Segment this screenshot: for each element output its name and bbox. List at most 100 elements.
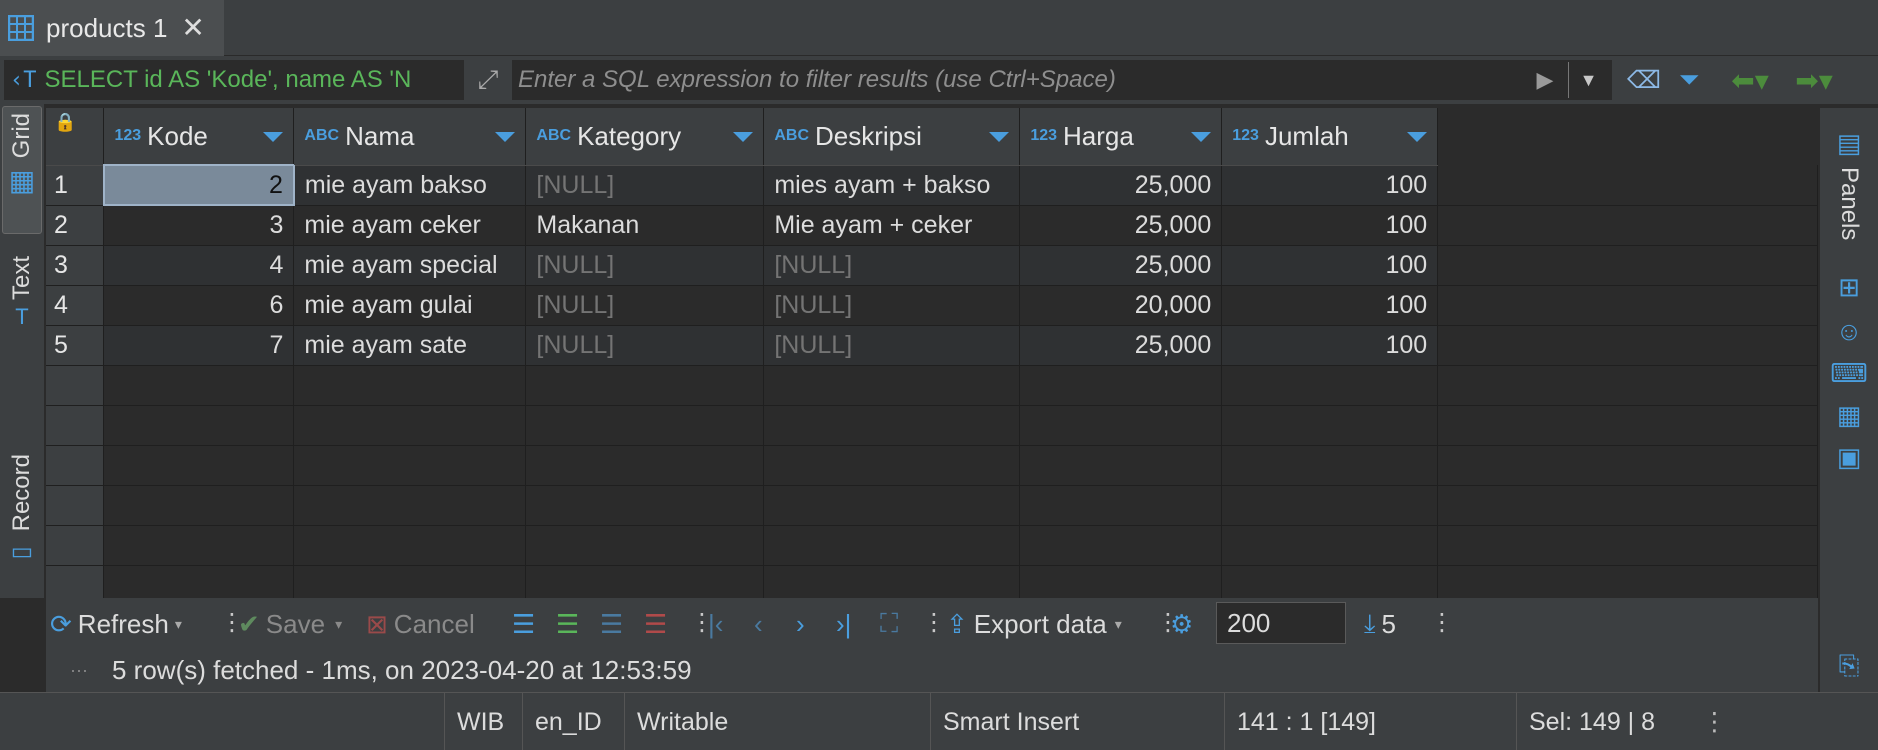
table-row[interactable]: 5 7 mie ayam sate [NULL] [NULL] 25,000 1… (46, 325, 1818, 366)
cell-kategory[interactable]: [NULL] (525, 245, 765, 286)
timezone-indicator[interactable]: WIB (444, 693, 522, 750)
sort-icon[interactable] (263, 132, 284, 142)
panels-toggle[interactable]: ▤ Panels (1832, 128, 1866, 240)
sort-icon[interactable] (733, 132, 754, 142)
cell-nama[interactable]: mie ayam sate (293, 325, 527, 366)
cell-harga[interactable]: 25,000 (1019, 325, 1223, 366)
cell-kategory[interactable]: [NULL] (525, 285, 765, 326)
dropdown-icon[interactable]: ▾ (175, 616, 182, 633)
header-row: 🔒 123 Kode ABC Nama ABC Kategory ABC Deskrip… (46, 108, 1818, 166)
cell-kategory[interactable]: Makanan (525, 205, 765, 246)
cell-kode[interactable]: 6 (103, 285, 295, 326)
column-header[interactable]: 123 Kode (103, 108, 295, 166)
table-row[interactable]: 3 4 mie ayam special [NULL] [NULL] 25,00… (46, 245, 1818, 286)
tab-text[interactable]: Text T (2, 256, 42, 366)
cell-kode[interactable]: 3 (103, 205, 295, 246)
refresh-button[interactable]: ⟳ Refresh ▾ (50, 606, 182, 642)
cell-nama[interactable]: mie ayam gulai (293, 285, 527, 326)
cell-deskripsi[interactable]: mies ayam + bakso (763, 165, 1021, 206)
eraser-icon[interactable]: ⌫ (1626, 62, 1662, 98)
references-icon[interactable]: ☺ (1832, 316, 1866, 347)
filter-history-icon[interactable]: ▼ (1568, 62, 1608, 98)
apply-filter-icon[interactable]: ▶ (1530, 62, 1560, 98)
writable-indicator[interactable]: Writable (624, 693, 930, 750)
cell-deskripsi[interactable]: [NULL] (763, 245, 1021, 286)
cell-jumlah[interactable]: 100 (1221, 285, 1439, 326)
sort-icon[interactable] (989, 132, 1010, 142)
arrow-forward-icon[interactable]: ➡▾ (1784, 62, 1844, 98)
cell-harga[interactable]: 25,000 (1019, 205, 1223, 246)
next-page-icon[interactable]: › (796, 606, 805, 642)
row-number[interactable]: 5 (46, 325, 105, 366)
locale-indicator[interactable]: en_ID (522, 693, 624, 750)
column-header[interactable]: ABC Deskripsi (763, 108, 1021, 166)
more-icon[interactable]: ⋮ (1690, 693, 1730, 750)
table-row[interactable]: 1 2 mie ayam bakso [NULL] mies ayam + ba… (46, 164, 1818, 206)
cell-harga[interactable]: 25,000 (1019, 245, 1223, 286)
sort-icon[interactable] (1407, 132, 1428, 142)
cell-deskripsi[interactable]: Mie ayam + ceker (763, 205, 1021, 246)
copy-row-icon[interactable]: ☰ (600, 606, 623, 642)
table-row[interactable]: 2 3 mie ayam ceker Makanan Mie ayam + ce… (46, 205, 1818, 246)
cell-nama[interactable]: mie ayam special (293, 245, 527, 286)
expand-icon[interactable]: ⤢ (466, 62, 510, 98)
cell-harga[interactable]: 25,000 (1019, 165, 1223, 206)
cell-kategory[interactable]: [NULL] (525, 165, 765, 206)
export-data-button[interactable]: ⇪ Export data ▾ (946, 606, 1122, 642)
sql-query-display[interactable]: ‹T SELECT id AS 'Kode', name AS 'N (4, 60, 464, 100)
first-page-icon[interactable]: |‹ (708, 606, 723, 642)
add-row-icon[interactable]: ☰ (556, 606, 579, 642)
dropdown-icon[interactable]: ▾ (1115, 616, 1122, 633)
tab-grid[interactable]: Grid ▦ (2, 106, 42, 234)
settings-gear-icon[interactable]: ⚙ (1170, 606, 1193, 642)
last-page-icon[interactable]: ›| (836, 606, 851, 642)
column-header[interactable]: ABC Nama (293, 108, 527, 166)
column-header[interactable]: 123 Jumlah (1221, 108, 1439, 166)
keyboard-icon[interactable]: ⌨ (1830, 358, 1868, 389)
close-icon[interactable]: ✕ (181, 14, 204, 42)
cell-nama[interactable]: mie ayam ceker (293, 205, 527, 246)
cancel-button[interactable]: ⊠ Cancel (366, 606, 475, 642)
previous-page-icon[interactable]: ‹ (754, 606, 763, 642)
column-header[interactable]: ABC Kategory (525, 108, 765, 166)
sort-icon[interactable] (1191, 132, 1212, 142)
cell-harga[interactable]: 20,000 (1019, 285, 1223, 326)
cell-kode[interactable]: 2 (102, 164, 295, 206)
row-number[interactable]: 4 (46, 285, 105, 326)
cell-jumlah[interactable]: 100 (1221, 165, 1439, 206)
filter-icon[interactable]: ⏷ (1672, 62, 1706, 98)
column-header[interactable]: 123 Harga (1019, 108, 1223, 166)
cell-nama[interactable]: mie ayam bakso (293, 165, 527, 206)
row-count-button[interactable]: ⤓ 5 (1364, 606, 1396, 642)
fetch-size-input[interactable] (1216, 602, 1346, 644)
table-row[interactable]: 4 6 mie ayam gulai [NULL] [NULL] 20,000 … (46, 285, 1818, 326)
cell-jumlah[interactable]: 100 (1221, 205, 1439, 246)
filter-input[interactable] (512, 60, 1612, 100)
tab-record[interactable]: Record ▭ (2, 454, 42, 594)
row-number[interactable]: 3 (46, 245, 105, 286)
arrow-back-icon[interactable]: ⬅▾ (1720, 62, 1780, 98)
cell-deskripsi[interactable]: [NULL] (763, 285, 1021, 326)
cell-kategory[interactable]: [NULL] (525, 325, 765, 366)
insert-mode-indicator[interactable]: Smart Insert (930, 693, 1224, 750)
cell-deskripsi[interactable]: [NULL] (763, 325, 1021, 366)
delete-row-icon[interactable]: ☰ (644, 606, 667, 642)
more-icon[interactable]: ··· (70, 660, 88, 681)
restore-panel-icon[interactable]: ⎘ (1832, 650, 1866, 682)
grouping-icon[interactable]: ▦ (1832, 400, 1866, 431)
tab-products[interactable]: products 1 ✕ (0, 0, 224, 56)
row-filler (1437, 165, 1818, 206)
edit-row-icon[interactable]: ☰ (512, 606, 535, 642)
sort-icon[interactable] (495, 132, 516, 142)
calculator-icon[interactable]: ⊞ (1832, 272, 1866, 303)
cell-jumlah[interactable]: 100 (1221, 325, 1439, 366)
fetch-all-icon[interactable]: ⛶ (880, 606, 898, 642)
row-number[interactable]: 2 (46, 205, 105, 246)
cell-kode[interactable]: 7 (103, 325, 295, 366)
layout-icon[interactable]: ▣ (1832, 442, 1866, 473)
row-number[interactable]: 1 (46, 165, 105, 206)
cell-kode[interactable]: 4 (103, 245, 295, 286)
save-button[interactable]: ✔ Save ▾ (238, 606, 342, 642)
dropdown-icon[interactable]: ▾ (335, 616, 342, 633)
cell-jumlah[interactable]: 100 (1221, 245, 1439, 286)
